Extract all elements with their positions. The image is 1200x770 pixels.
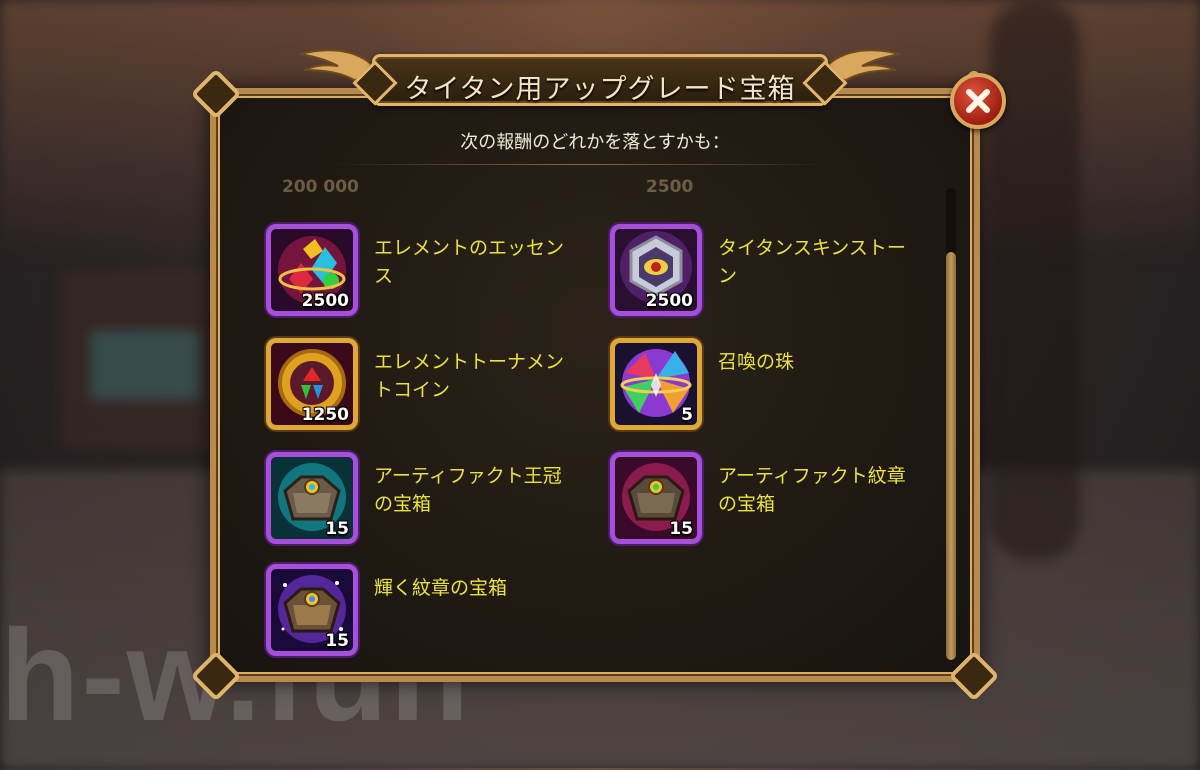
item-quantity: 2500: [645, 291, 693, 311]
page-title: タイタン用アップグレード宝箱: [404, 74, 796, 105]
item-name: アーティファクト王冠の宝箱: [374, 465, 562, 515]
artifact-crown-chest-icon[interactable]: 15: [266, 452, 358, 544]
item-name: エレメントのエッセンス: [374, 237, 565, 287]
element-essence-icon[interactable]: 2500: [266, 224, 358, 316]
reward-item[interactable]: 15 アーティファクト紋章の宝箱: [610, 452, 930, 548]
item-quantity: 15: [325, 519, 349, 539]
item-quantity: 15: [325, 631, 349, 651]
reward-item[interactable]: 2500 エレメントのエッセンス: [266, 224, 586, 320]
divider: [330, 164, 830, 165]
item-quantity: 1250: [301, 405, 349, 425]
scrollbar-track[interactable]: [946, 188, 956, 660]
item-name: エレメントトーナメントコイン: [374, 351, 565, 401]
shining-emblem-chest-icon[interactable]: 15: [266, 564, 358, 656]
item-name: 召喚の珠: [718, 351, 795, 373]
reward-item[interactable]: 1250 エレメントトーナメントコイン: [266, 338, 586, 434]
reward-item[interactable]: 2500 タイタンスキンストーン: [610, 224, 930, 320]
scrollbar-thumb[interactable]: [946, 252, 956, 660]
reward-item[interactable]: 15 アーティファクト王冠の宝箱: [266, 452, 586, 548]
summoning-sphere-icon[interactable]: 5: [610, 338, 702, 430]
title-plate: タイタン用アップグレード宝箱: [372, 54, 828, 106]
reward-subtitle: 次の報酬のどれかを落とすかも：: [460, 132, 730, 153]
scrolled-item-value: 2500: [646, 177, 694, 197]
background-awning: [90, 330, 200, 400]
artifact-emblem-chest-icon[interactable]: 15: [610, 452, 702, 544]
reward-item[interactable]: 5 召喚の珠: [610, 338, 930, 434]
item-name: アーティファクト紋章の宝箱: [718, 465, 906, 515]
item-quantity: 15: [669, 519, 693, 539]
titan-skin-stone-icon[interactable]: 2500: [610, 224, 702, 316]
item-quantity: 2500: [301, 291, 349, 311]
close-button[interactable]: [950, 73, 1006, 129]
close-icon: [966, 89, 990, 113]
reward-item[interactable]: 15 輝く紋章の宝箱: [266, 564, 586, 660]
item-name: 輝く紋章の宝箱: [374, 577, 508, 599]
item-name: タイタンスキンストーン: [718, 237, 906, 287]
background-tree: [990, 0, 1080, 560]
title-banner: タイタン用アップグレード宝箱: [294, 44, 906, 108]
element-tournament-coin-icon[interactable]: 1250: [266, 338, 358, 430]
item-quantity: 5: [681, 405, 693, 425]
scrolled-item-value: 200 000: [282, 177, 359, 197]
